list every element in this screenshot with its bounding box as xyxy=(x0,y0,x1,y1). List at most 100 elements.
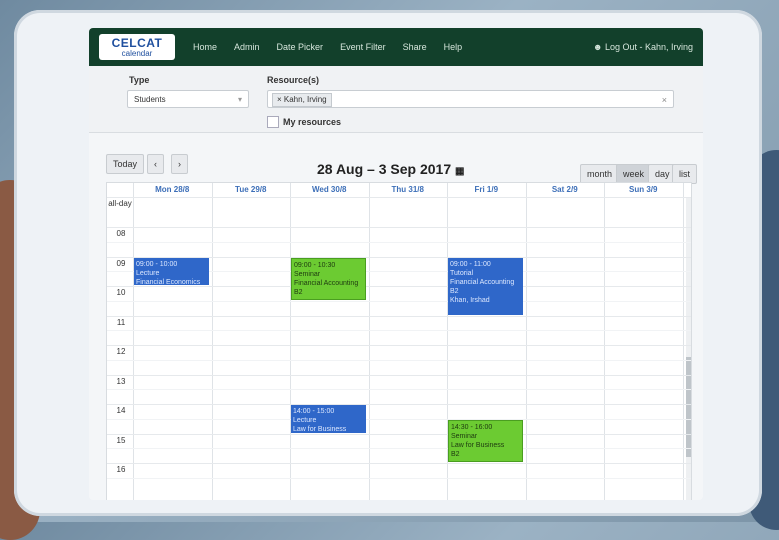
hour-label: 14 xyxy=(116,406,126,415)
grid-row-line xyxy=(107,286,691,287)
day-header[interactable]: Fri 1/9 xyxy=(447,183,526,197)
celcat-logo[interactable]: CELCAT calendar xyxy=(99,34,175,60)
event-text-line: 14:30 - 16:00 xyxy=(451,423,493,431)
view-week-button[interactable]: week xyxy=(616,164,652,184)
grid-row-line xyxy=(107,227,691,228)
event-text-line: Law for Business xyxy=(293,426,347,433)
main-nav: Home Admin Date Picker Event Filter Shar… xyxy=(193,42,479,52)
event-text-line: 09:00 - 10:30 xyxy=(294,261,336,269)
day-header[interactable]: Sat 2/9 xyxy=(526,183,605,197)
grid-half-hour-line xyxy=(107,389,691,391)
resources-label: Resource(s) xyxy=(267,75,320,85)
calendar-icon[interactable]: ▦ xyxy=(455,166,464,177)
grid-column-line xyxy=(682,183,684,500)
filter-panel: Type Students ▾ Resource(s) × Kahn, Irvi… xyxy=(89,66,703,133)
event-text-line: Law for Business xyxy=(451,441,505,449)
grid-half-hour-line xyxy=(107,477,691,479)
hour-label: 12 xyxy=(116,347,126,356)
grid-row-line xyxy=(107,315,691,317)
event-text-line: 09:00 - 11:00 xyxy=(450,260,491,268)
event-text-line: Lecture xyxy=(293,417,317,424)
logout-label: Log Out - Kahn, Irving xyxy=(604,42,693,52)
day-header[interactable]: Tue 29/8 xyxy=(212,183,291,197)
grid-row-line xyxy=(107,197,691,198)
event-text-line: Financial Accounting xyxy=(450,278,515,286)
day-header[interactable]: Mon 28/8 xyxy=(133,183,212,197)
hour-label: 13 xyxy=(116,376,126,386)
today-button[interactable]: Today xyxy=(106,154,145,174)
date-range-text: 28 Aug – 3 Sep 2017 xyxy=(317,161,452,177)
grid-row-line xyxy=(107,433,691,435)
grid-half-hour-line xyxy=(107,300,691,302)
grid-row-line xyxy=(107,463,691,464)
grid-column-line xyxy=(211,183,213,500)
hour-label: 15 xyxy=(116,435,126,445)
day-header[interactable]: Wed 30/8 xyxy=(290,183,369,197)
event-text-line: B2 xyxy=(294,288,303,296)
calendar-event[interactable]: 09:00 - 10:00 Lecture Financial Economics xyxy=(134,257,209,286)
week-calendar-grid: all-day Mon 28/8 Tue 29/8 Wed 30/8 Thu 31/8… xyxy=(106,182,692,500)
day-header[interactable]: Thu 31/8 xyxy=(369,183,448,197)
nav-help[interactable]: Help xyxy=(444,42,463,52)
grid-half-hour-line xyxy=(107,448,691,450)
resources-select[interactable]: × Kahn, Irving × xyxy=(267,90,674,108)
calendar-event[interactable]: 14:30 - 16:00 Seminar Law for Business B2 xyxy=(448,419,523,462)
type-select-value: Students xyxy=(134,95,166,104)
type-select[interactable]: Students ▾ xyxy=(127,90,249,108)
event-text-line: B2 xyxy=(451,450,460,458)
hour-label: 08 xyxy=(116,229,126,238)
grid-column-line xyxy=(525,183,527,500)
event-text-line: Khan, Irshad xyxy=(450,296,490,304)
my-resources-label: My resources xyxy=(283,117,342,127)
date-range-title: 28 Aug – 3 Sep 2017 ▦ xyxy=(317,161,464,177)
view-month-button[interactable]: month xyxy=(580,164,620,184)
scrollbar-thumb[interactable] xyxy=(686,357,691,457)
grid-column-line xyxy=(290,183,291,500)
grid-half-hour-line xyxy=(107,418,691,420)
event-text-line: B2 xyxy=(450,287,459,295)
event-text-line: Financial Economics xyxy=(136,278,201,286)
calendar-event[interactable]: 09:00 - 10:30 Seminar Financial Accounting… xyxy=(291,257,366,300)
resource-tag[interactable]: × Kahn, Irving xyxy=(272,93,332,107)
nav-admin[interactable]: Admin xyxy=(234,42,260,52)
hour-label: 10 xyxy=(116,288,126,297)
event-text-line: Tutorial xyxy=(450,269,474,277)
grid-column-line xyxy=(604,183,605,500)
app-screen: CELCAT calendar Home Admin Date Picker E… xyxy=(89,28,703,500)
event-text-line: Lecture xyxy=(136,269,160,277)
hour-label: 16 xyxy=(116,465,126,474)
clear-icon[interactable]: × xyxy=(662,91,667,109)
grid-column-line xyxy=(368,183,370,500)
allday-label: all-day xyxy=(108,199,132,208)
day-header[interactable]: Sun 3/9 xyxy=(604,183,683,197)
grid-half-hour-line xyxy=(107,330,691,332)
event-text-line: Financial Accounting xyxy=(294,279,359,287)
grid-half-hour-line xyxy=(107,359,691,361)
logout-link[interactable]: ☻ Log Out - Kahn, Irving xyxy=(593,42,693,52)
chevron-down-icon: ▾ xyxy=(237,95,242,104)
grid-row-line xyxy=(107,404,691,405)
calendar-event[interactable]: 14:00 - 15:00 Lecture Law for Business xyxy=(291,405,366,433)
calendar-event[interactable]: 09:00 - 11:00 Tutorial Financial Accountin… xyxy=(448,257,523,315)
logo-line2: calendar xyxy=(121,48,153,58)
grid-column-line xyxy=(133,183,134,500)
prev-button[interactable]: ‹ xyxy=(147,154,164,174)
view-list-button[interactable]: list xyxy=(672,164,697,184)
type-label: Type xyxy=(129,75,150,85)
grid-row-line xyxy=(107,374,691,376)
hour-label: 11 xyxy=(116,317,126,327)
user-icon: ☻ xyxy=(592,42,603,52)
nav-date-picker[interactable]: Date Picker xyxy=(277,42,324,52)
next-button[interactable]: › xyxy=(171,154,188,174)
hour-label: 09 xyxy=(116,258,126,268)
top-navigation-bar: CELCAT calendar Home Admin Date Picker E… xyxy=(89,28,703,66)
nav-event-filter[interactable]: Event Filter xyxy=(340,42,386,52)
logo-line1: CELCAT xyxy=(111,35,163,50)
my-resources-checkbox[interactable] xyxy=(267,116,279,128)
grid-half-hour-line xyxy=(107,241,691,243)
event-text-line: 09:00 - 10:00 xyxy=(136,260,178,268)
nav-home[interactable]: Home xyxy=(193,42,217,52)
event-text-line: Seminar xyxy=(451,432,478,440)
event-text-line: Seminar xyxy=(294,270,321,278)
nav-share[interactable]: Share xyxy=(403,42,427,52)
